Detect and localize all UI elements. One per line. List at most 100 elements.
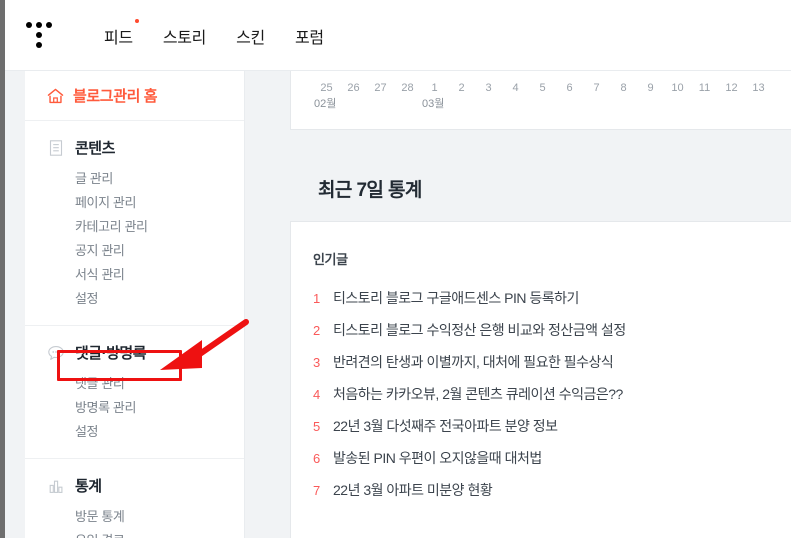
- bar-chart-icon: [47, 477, 65, 495]
- calendar-cell[interactable]: 25 02월: [313, 81, 340, 112]
- list-item[interactable]: 4 처음하는 카카오뷰, 2월 콘텐츠 큐레이션 수익금은??: [291, 378, 791, 410]
- nav-item-forum[interactable]: 포럼: [295, 24, 324, 48]
- post-title: 22년 3월 아파트 미분양 현황: [333, 482, 493, 498]
- sidebar-item-notice-manage[interactable]: 공지 관리: [25, 239, 244, 263]
- main-nav: 피드 스토리 스킨 포럼: [104, 0, 324, 71]
- nav-item-label: 스토리: [162, 29, 207, 47]
- sidebar-item-home[interactable]: 블로그관리 홈: [25, 71, 244, 121]
- calendar-day-label: 10: [671, 82, 684, 94]
- logo-dot: [36, 32, 42, 38]
- sidebar-group-comments: 댓글·방명록 댓글 관리 방명록 관리 설정: [25, 326, 244, 459]
- sidebar-group-title: 댓글·방명록: [75, 345, 147, 362]
- sidebar-item-post-manage[interactable]: 글 관리: [25, 167, 244, 191]
- window-left-rail: [0, 0, 5, 538]
- post-title: 티스토리 블로그 구글애드센스 PIN 등록하기: [333, 290, 579, 306]
- popular-posts-heading: 인기글: [313, 252, 348, 267]
- calendar-cell[interactable]: 4: [502, 81, 529, 112]
- sidebar-item-page-manage[interactable]: 페이지 관리: [25, 191, 244, 215]
- calendar-day-label: 8: [620, 82, 627, 94]
- list-item[interactable]: 2 티스토리 블로그 수익정산 은행 비교와 정산금액 설정: [291, 314, 791, 346]
- logo-dot: [36, 22, 42, 28]
- calendar-cell[interactable]: 3: [475, 81, 502, 112]
- home-icon: [47, 88, 64, 104]
- calendar-day-label: 26: [347, 82, 360, 94]
- sidebar-item-template-manage[interactable]: 서식 관리: [25, 263, 244, 287]
- post-title: 반려견의 탄생과 이별까지, 대처에 필요한 필수상식: [333, 354, 614, 370]
- logo-dot: [36, 42, 42, 48]
- calendar-day-label: 5: [539, 82, 546, 94]
- sidebar-group-contents: 콘텐츠 글 관리 페이지 관리 카테고리 관리 공지 관리 서식 관리 설정: [25, 121, 244, 326]
- sidebar-item-guestbook-manage[interactable]: 방명록 관리: [25, 396, 244, 420]
- calendar-cell[interactable]: 27: [367, 81, 394, 112]
- document-icon: [47, 139, 65, 157]
- app-screen: 피드 스토리 스킨 포럼 블로그관리 홈 콘텐츠 글 관리 페이지 관리 카테고…: [0, 0, 791, 538]
- calendar-day-label: 27: [374, 82, 387, 94]
- post-title: 22년 3월 다섯째주 전국아파트 분양 정보: [333, 418, 558, 434]
- sidebar-group-title: 통계: [75, 478, 102, 495]
- nav-item-story[interactable]: 스토리: [162, 24, 207, 48]
- logo-dot: [26, 22, 32, 28]
- calendar-day-label: 2: [458, 82, 465, 94]
- tistory-logo[interactable]: [26, 18, 66, 54]
- nav-item-feed[interactable]: 피드: [104, 18, 139, 48]
- rank-number: 6: [313, 450, 321, 466]
- speech-bubble-icon: [47, 344, 65, 362]
- calendar-cell[interactable]: 9: [637, 81, 664, 112]
- calendar-day-label: 7: [593, 82, 600, 94]
- sidebar-item-category-manage[interactable]: 카테고리 관리: [25, 215, 244, 239]
- calendar-cell[interactable]: 5: [529, 81, 556, 112]
- sidebar-group-header-statistics[interactable]: 통계: [25, 475, 244, 496]
- post-title: 처음하는 카카오뷰, 2월 콘텐츠 큐레이션 수익금은??: [333, 386, 623, 402]
- main-content: 25 02월 26 27 28 1 03월 2 3 4 5 6 7 8 9 10…: [290, 71, 791, 538]
- calendar-day-label: 1: [431, 82, 438, 94]
- sidebar-item-referrer-path[interactable]: 유입 경로: [25, 529, 244, 538]
- top-header: 피드 스토리 스킨 포럼: [0, 0, 791, 71]
- stats-section-title: 최근 7일 통계: [318, 179, 422, 201]
- nav-item-skin[interactable]: 스킨: [236, 24, 265, 48]
- rank-number: 4: [313, 386, 321, 402]
- rank-number: 2: [313, 322, 321, 338]
- popular-posts-card: 인기글 1 티스토리 블로그 구글애드센스 PIN 등록하기 2 티스토리 블로…: [290, 221, 791, 538]
- list-item[interactable]: 7 22년 3월 아파트 미분양 현황: [291, 474, 791, 506]
- calendar-day-label: 28: [401, 82, 414, 94]
- new-badge-dot: [134, 18, 139, 23]
- sidebar-group-header-comments[interactable]: 댓글·방명록: [25, 342, 244, 363]
- calendar-cell[interactable]: 10: [664, 81, 691, 112]
- calendar-cell[interactable]: 12: [718, 81, 745, 112]
- list-item[interactable]: 5 22년 3월 다섯째주 전국아파트 분양 정보: [291, 410, 791, 442]
- nav-item-label: 스킨: [236, 29, 265, 47]
- rank-number: 5: [313, 418, 321, 434]
- calendar-cell[interactable]: 8: [610, 81, 637, 112]
- calendar-month-label: 02월: [314, 98, 337, 110]
- list-item[interactable]: 6 발송된 PIN 우편이 오지않을때 대처법: [291, 442, 791, 474]
- list-item[interactable]: 3 반려견의 탄생과 이별까지, 대처에 필요한 필수상식: [291, 346, 791, 378]
- calendar-month-label: 03월: [422, 98, 445, 110]
- calendar-day-label: 9: [647, 82, 654, 94]
- admin-sidebar: 블로그관리 홈 콘텐츠 글 관리 페이지 관리 카테고리 관리 공지 관리 서식: [25, 71, 245, 538]
- calendar-cell[interactable]: 13: [745, 81, 772, 112]
- calendar-day-label: 4: [512, 82, 519, 94]
- calendar-day-label: 3: [485, 82, 492, 94]
- calendar-cell[interactable]: 1 03월: [421, 81, 448, 112]
- rank-number: 3: [313, 354, 321, 370]
- calendar-strip: 25 02월 26 27 28 1 03월 2 3 4 5 6 7 8 9 10…: [290, 71, 791, 130]
- post-title: 티스토리 블로그 수익정산 은행 비교와 정산금액 설정: [333, 322, 626, 338]
- calendar-cell[interactable]: 28: [394, 81, 421, 112]
- calendar-cell[interactable]: 7: [583, 81, 610, 112]
- list-item[interactable]: 1 티스토리 블로그 구글애드센스 PIN 등록하기: [291, 282, 791, 314]
- calendar-day-label: 11: [698, 82, 711, 94]
- sidebar-group-header-contents[interactable]: 콘텐츠: [25, 137, 244, 158]
- calendar-cell[interactable]: 2: [448, 81, 475, 112]
- calendar-cell[interactable]: 6: [556, 81, 583, 112]
- sidebar-item-comment-settings[interactable]: 설정: [25, 420, 244, 444]
- sidebar-item-visit-stats[interactable]: 방문 통계: [25, 505, 244, 529]
- stats-section-header: 최근 7일 통계: [290, 155, 791, 221]
- calendar-day-label: 25: [320, 82, 333, 94]
- nav-item-label: 피드: [104, 29, 133, 47]
- calendar-cell[interactable]: 26: [340, 81, 367, 112]
- sidebar-item-contents-settings[interactable]: 설정: [25, 287, 244, 311]
- sidebar-item-comment-manage[interactable]: 댓글 관리: [25, 372, 244, 396]
- calendar-cell[interactable]: 11: [691, 81, 718, 112]
- sidebar-home-label: 블로그관리 홈: [73, 88, 158, 105]
- nav-item-label: 포럼: [294, 29, 324, 47]
